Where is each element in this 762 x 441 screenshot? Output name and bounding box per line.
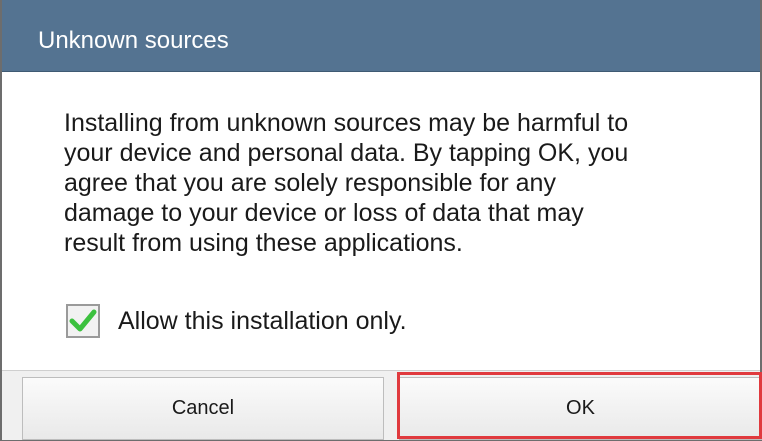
allow-once-label[interactable]: Allow this installation only. bbox=[118, 306, 407, 336]
ok-button-label: OK bbox=[566, 397, 595, 419]
dialog-title: Unknown sources bbox=[38, 27, 229, 54]
allow-once-checkbox[interactable] bbox=[66, 304, 100, 338]
allow-once-option[interactable]: Allow this installation only. bbox=[66, 301, 407, 341]
cancel-button-label: Cancel bbox=[171, 397, 235, 419]
ok-button[interactable]: OK bbox=[399, 377, 762, 440]
check-icon bbox=[69, 309, 97, 332]
cancel-button[interactable]: Cancel bbox=[22, 377, 384, 440]
message-line: damage to your device or loss of data th… bbox=[64, 199, 584, 227]
dialog-message: Installing from unknown sources may be h… bbox=[64, 108, 734, 258]
message-line: your device and personal data. By tappin… bbox=[64, 139, 629, 167]
unknown-sources-dialog: Unknown sources Installing from unknown … bbox=[0, 0, 762, 441]
dialog-button-bar: Cancel OK bbox=[2, 370, 762, 440]
message-line: agree that you are solely responsible fo… bbox=[64, 169, 556, 197]
message-line: result from using these applications. bbox=[64, 229, 463, 257]
dialog-title-bar: Unknown sources bbox=[2, 0, 760, 72]
message-line: Installing from unknown sources may be h… bbox=[64, 109, 629, 137]
